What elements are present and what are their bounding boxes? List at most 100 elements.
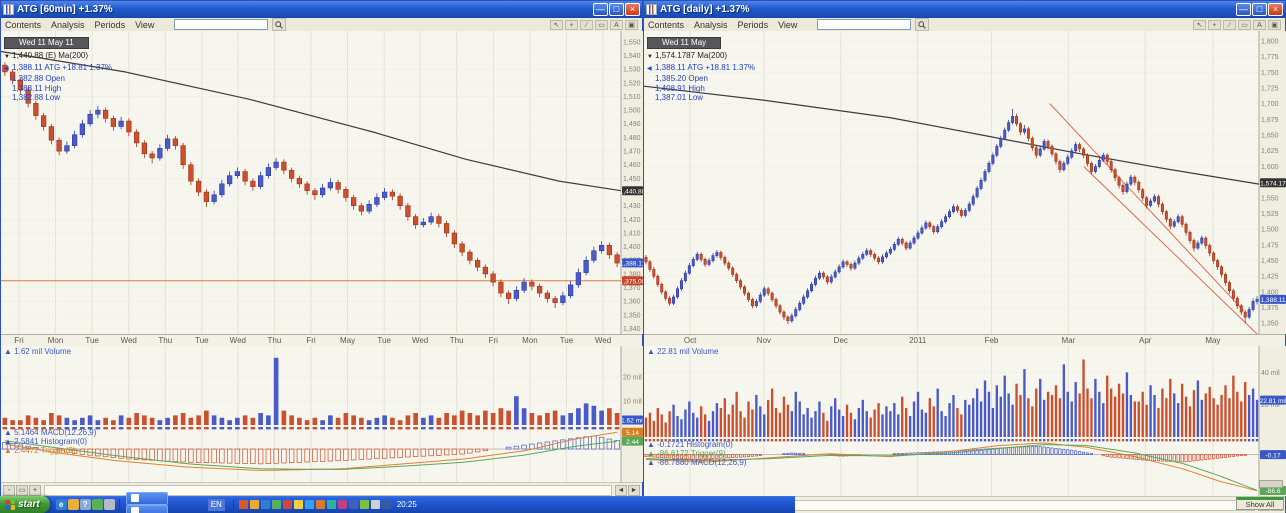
menu-periods[interactable]: Periods <box>95 20 126 30</box>
tray-icon-14[interactable] <box>382 500 391 509</box>
menu-periods[interactable]: Periods <box>738 20 769 30</box>
svg-text:1,530: 1,530 <box>623 67 641 74</box>
time-tick: Tue <box>553 336 579 345</box>
volume-panel[interactable]: 20 mil10 mil1.62 mil <box>1 346 644 426</box>
tray-icon-8[interactable] <box>316 500 325 509</box>
taskbar-window-button[interactable] <box>126 492 168 505</box>
time-tick: May <box>335 336 361 345</box>
rectangle-tool-icon[interactable]: ▭ <box>595 20 608 30</box>
macd-panel-button[interactable] <box>1259 480 1283 488</box>
svg-text:1,574.17: 1,574.17 <box>1260 180 1286 187</box>
tray-icon-2[interactable] <box>250 500 259 509</box>
tray-icon-1[interactable] <box>239 500 248 509</box>
symbol-search-input[interactable] <box>174 19 268 30</box>
svg-text:-0.17: -0.17 <box>1265 452 1280 459</box>
symbol-search-input[interactable] <box>817 19 911 30</box>
tray-icon-11[interactable] <box>349 500 358 509</box>
titlebar-right[interactable]: ATG [daily] +1.37% — □ × <box>644 1 1285 18</box>
close-button[interactable]: × <box>625 3 640 16</box>
time-tick: Fri <box>298 336 324 345</box>
svg-text:1,388.11: 1,388.11 <box>620 261 644 268</box>
time-tick: Thu <box>444 336 470 345</box>
macd-panel[interactable]: -0.17 -86.6 <box>644 438 1286 496</box>
maximize-button[interactable]: □ <box>1252 3 1267 16</box>
svg-text:1,725: 1,725 <box>1261 85 1279 92</box>
tray-icon-6[interactable] <box>294 500 303 509</box>
quicklaunch-folder-icon[interactable] <box>68 499 79 510</box>
search-icon[interactable] <box>915 18 929 31</box>
menubar-left: Contents Analysis Periods View ↖+∕▭A▣ <box>1 18 642 32</box>
tray-icon-7[interactable] <box>305 500 314 509</box>
tray-icon-10[interactable] <box>338 500 347 509</box>
menu-contents[interactable]: Contents <box>648 20 684 30</box>
svg-text:10 mil: 10 mil <box>623 398 642 405</box>
search-icon[interactable] <box>272 18 286 31</box>
zoom-out-button[interactable]: - <box>3 485 15 496</box>
tray-icon-4[interactable] <box>272 500 281 509</box>
zoom-in-button[interactable]: + <box>29 485 41 496</box>
show-all-button[interactable]: Show All <box>1236 497 1284 510</box>
start-button[interactable]: start <box>0 496 50 513</box>
pointer-tool-icon[interactable]: ↖ <box>550 20 563 30</box>
titlebar-left[interactable]: ATG [60min] +1.37% — □ × <box>1 1 642 18</box>
tray-icon-13[interactable] <box>371 500 380 509</box>
tray-icon-5[interactable] <box>283 500 292 509</box>
save-icon[interactable]: ▣ <box>1268 20 1281 30</box>
svg-text:1,700: 1,700 <box>1261 101 1279 108</box>
svg-text:1,440.88: 1,440.88 <box>620 188 644 195</box>
tray-icon-12[interactable] <box>360 500 369 509</box>
svg-text:1,520: 1,520 <box>623 80 641 87</box>
language-indicator[interactable]: EN <box>208 499 225 511</box>
scroll-right-button[interactable]: ► <box>628 485 640 496</box>
menu-analysis[interactable]: Analysis <box>694 20 728 30</box>
menu-contents[interactable]: Contents <box>5 20 41 30</box>
text-tool-icon[interactable]: A <box>610 20 623 30</box>
minimize-button[interactable]: — <box>593 3 608 16</box>
tray-icon-9[interactable] <box>327 500 336 509</box>
save-icon[interactable]: ▣ <box>625 20 638 30</box>
time-tick: Thu <box>261 336 287 345</box>
svg-text:-86.6: -86.6 <box>1265 488 1280 495</box>
menu-view[interactable]: View <box>135 20 154 30</box>
quicklaunch-help-icon[interactable]: ? <box>80 499 91 510</box>
svg-text:1.62 mil: 1.62 mil <box>621 418 644 425</box>
zoom-reset-button[interactable]: ▭ <box>16 485 28 496</box>
text-tool-icon[interactable]: A <box>1253 20 1266 30</box>
time-tick: Wed <box>225 336 251 345</box>
menu-view[interactable]: View <box>778 20 797 30</box>
crosshair-tool-icon[interactable]: + <box>1208 20 1221 30</box>
time-tick: Fri <box>6 336 32 345</box>
time-tick: Mon <box>517 336 543 345</box>
taskbar-window-button[interactable] <box>126 505 168 513</box>
time-tick: Dec <box>828 336 854 345</box>
time-tick: Wed <box>116 336 142 345</box>
tray-icon-3[interactable] <box>261 500 270 509</box>
minimize-button[interactable]: — <box>1236 3 1251 16</box>
pointer-tool-icon[interactable]: ↖ <box>1193 20 1206 30</box>
svg-text:1,750: 1,750 <box>1261 70 1279 77</box>
svg-text:1,550: 1,550 <box>1261 195 1279 202</box>
macd-panel[interactable]: 5.142.44 <box>1 426 644 482</box>
price-chart[interactable]: 1,3401,3501,3601,3701,3801,3901,4001,410… <box>1 31 644 334</box>
svg-text:1,350: 1,350 <box>1261 321 1279 328</box>
svg-text:1,625: 1,625 <box>1261 148 1279 155</box>
trendline-tool-icon[interactable]: ∕ <box>580 20 593 30</box>
scroll-left-button[interactable]: ◄ <box>615 485 627 496</box>
rectangle-tool-icon[interactable]: ▭ <box>1238 20 1251 30</box>
menu-analysis[interactable]: Analysis <box>51 20 85 30</box>
quicklaunch-media-icon[interactable] <box>92 499 103 510</box>
price-chart[interactable]: 1,3501,3751,4001,4251,4501,4751,5001,525… <box>644 31 1286 334</box>
crosshair-tool-icon[interactable]: + <box>565 20 578 30</box>
svg-text:1,450: 1,450 <box>623 176 641 183</box>
quicklaunch-app-icon[interactable] <box>104 499 115 510</box>
close-button[interactable]: × <box>1268 3 1283 16</box>
system-tray: 20:25 <box>233 500 422 509</box>
trendline-tool-icon[interactable]: ∕ <box>1223 20 1236 30</box>
quick-launch: e? <box>56 499 120 510</box>
svg-text:40 mil: 40 mil <box>1261 370 1280 377</box>
quicklaunch-browser-icon[interactable]: e <box>56 499 67 510</box>
time-tick: Nov <box>751 336 777 345</box>
volume-panel[interactable]: 40 mil20 mil22.81 mil <box>644 346 1286 438</box>
maximize-button[interactable]: □ <box>609 3 624 16</box>
time-tick: Tue <box>189 336 215 345</box>
